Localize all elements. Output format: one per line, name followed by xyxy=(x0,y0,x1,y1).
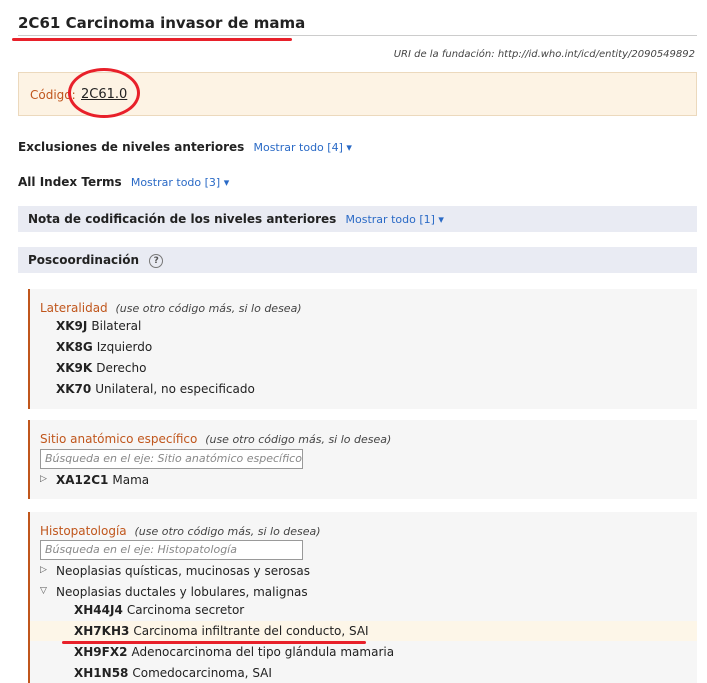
exclusions-label: Exclusiones de niveles anteriores xyxy=(18,140,245,154)
exclusions-row: Exclusiones de niveles anteriores Mostra… xyxy=(18,140,352,154)
foundation-uri: URI de la fundación: http://id.who.int/i… xyxy=(393,49,695,60)
option-label: Bilateral xyxy=(91,319,142,333)
histo-title: Histopatología xyxy=(40,524,127,538)
site-search-input[interactable]: Búsqueda en el eje: Sitio anatómico espe… xyxy=(40,449,303,469)
site-title: Sitio anatómico específico xyxy=(40,432,198,446)
expand-triangle-icon[interactable]: ▷ xyxy=(40,474,47,484)
option-label: Unilateral, no especificado xyxy=(95,382,255,396)
option-label: Adenocarcinoma del tipo glándula mamaria xyxy=(131,645,395,659)
title-divider xyxy=(18,35,697,36)
site-title-row: Sitio anatómico específico (use otro cód… xyxy=(40,432,391,446)
laterality-title: Lateralidad xyxy=(40,301,108,315)
histo-group[interactable]: Neoplasias quísticas, mucinosas y serosa… xyxy=(56,564,310,578)
option-code: XK9K xyxy=(56,361,93,375)
option-code: XK9J xyxy=(56,319,88,333)
option-code: XH7KH3 xyxy=(74,624,130,638)
histo-option[interactable]: XH44J4 Carcinoma secretor xyxy=(74,603,244,617)
coding-note-heading: Nota de codificación de los niveles ante… xyxy=(28,212,444,226)
laterality-option[interactable]: XK70 Unilateral, no especificado xyxy=(56,382,255,396)
index-terms-show-all-link[interactable]: Mostrar todo [3] ▾ xyxy=(131,176,229,189)
histo-group[interactable]: Neoplasias ductales y lobulares, maligna… xyxy=(56,585,308,599)
option-label: Mama xyxy=(112,473,150,487)
site-option[interactable]: XA12C1 Mama xyxy=(56,473,149,487)
option-code: XK8G xyxy=(56,340,93,354)
annotation-underline-selected xyxy=(62,641,366,644)
title-text: Carcinoma invasor de mama xyxy=(65,14,306,32)
histo-option[interactable]: XH1N58 Comedocarcinoma, SAI xyxy=(74,666,272,680)
site-axis: Sitio anatómico específico (use otro cód… xyxy=(28,420,697,499)
laterality-hint: (use otro código más, si lo desea) xyxy=(115,302,302,315)
index-terms-label: All Index Terms xyxy=(18,175,122,189)
option-label: Derecho xyxy=(96,361,147,375)
index-terms-row: All Index Terms Mostrar todo [3] ▾ xyxy=(18,175,229,189)
histo-title-row: Histopatología (use otro código más, si … xyxy=(40,524,321,538)
option-code: XH1N58 xyxy=(74,666,129,680)
coding-note-label: Nota de codificación de los niveles ante… xyxy=(28,212,337,226)
postcoordination-label: Poscoordinación xyxy=(28,253,140,267)
option-code: XH9FX2 xyxy=(74,645,128,659)
option-code: XK70 xyxy=(56,382,92,396)
page-title: 2C61 Carcinoma invasor de mama xyxy=(18,14,305,32)
collapse-triangle-icon[interactable]: ▽ xyxy=(40,586,47,596)
laterality-option[interactable]: XK9K Derecho xyxy=(56,361,146,375)
coding-note-show-all-link[interactable]: Mostrar todo [1] ▾ xyxy=(346,213,444,226)
laterality-title-row: Lateralidad (use otro código más, si lo … xyxy=(40,301,302,315)
code-box: Código: 2C61.0 xyxy=(18,68,697,118)
option-code: XH44J4 xyxy=(74,603,123,617)
option-label: Comedocarcinoma, SAI xyxy=(132,666,272,680)
postcoordination-heading: Poscoordinación ? xyxy=(28,253,164,268)
annotation-circle xyxy=(68,68,140,118)
histo-option[interactable]: XH9FX2 Adenocarcinoma del tipo glándula m… xyxy=(74,645,394,659)
histo-search-input[interactable]: Búsqueda en el eje: Histopatología xyxy=(40,540,303,560)
option-label: Carcinoma secretor xyxy=(126,603,245,617)
exclusions-show-all-link[interactable]: Mostrar todo [4] ▾ xyxy=(253,141,351,154)
option-label: Carcinoma infiltrante del conducto, SAI xyxy=(133,624,369,638)
annotation-underline-title xyxy=(12,38,292,41)
histo-option-selected[interactable]: XH7KH3 Carcinoma infiltrante del conducto… xyxy=(74,624,369,638)
site-hint: (use otro código más, si lo desea) xyxy=(205,433,392,446)
postcoordination-band: Poscoordinación ? xyxy=(18,247,697,273)
expand-triangle-icon[interactable]: ▷ xyxy=(40,565,47,575)
title-code: 2C61 xyxy=(18,14,61,32)
laterality-option[interactable]: XK8G Izquierdo xyxy=(56,340,152,354)
help-icon[interactable]: ? xyxy=(149,254,164,268)
coding-note-band: Nota de codificación de los niveles ante… xyxy=(18,206,697,232)
option-label: Izquierdo xyxy=(96,340,153,354)
histo-hint: (use otro código más, si lo desea) xyxy=(134,525,321,538)
laterality-option[interactable]: XK9J Bilateral xyxy=(56,319,141,333)
laterality-axis: Lateralidad (use otro código más, si lo … xyxy=(28,289,697,409)
option-code: XA12C1 xyxy=(56,473,109,487)
